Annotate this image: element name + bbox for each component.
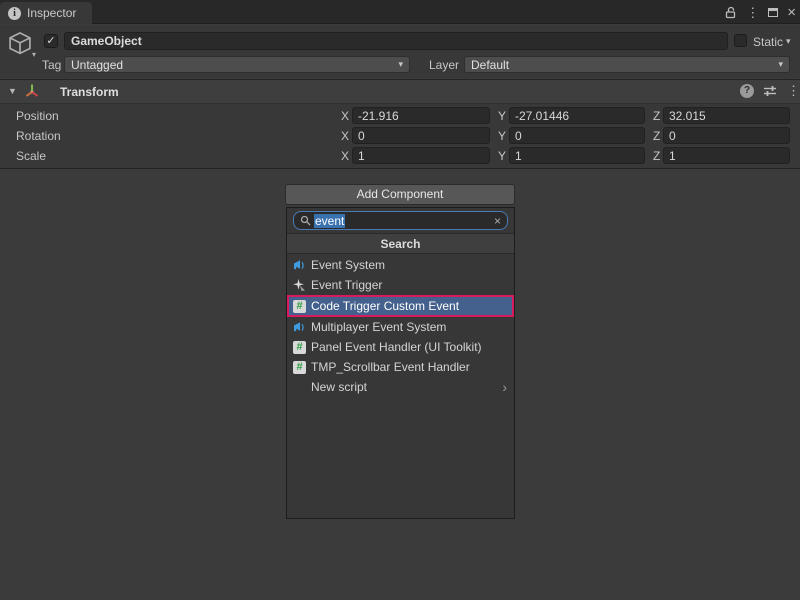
gameobject-name-input[interactable] <box>64 32 728 50</box>
static-flags-arrow[interactable]: ▾ <box>786 36 791 47</box>
component-menu-icon[interactable]: ⋮ <box>787 84 800 97</box>
list-item-code-trigger-custom-event[interactable]: # Code Trigger Custom Event <box>287 295 514 317</box>
axis-z-label: Z <box>653 149 660 163</box>
list-item-label: Panel Event Handler (UI Toolkit) <box>311 340 482 354</box>
csharp-script-icon: # <box>293 341 306 354</box>
transform-icon <box>24 83 40 99</box>
tab-label: Inspector <box>27 6 76 20</box>
foldout-arrow-icon[interactable]: ▼ <box>8 86 17 96</box>
csharp-script-icon: # <box>293 300 306 313</box>
axis-y-label: Y <box>498 129 506 143</box>
scale-x-field[interactable]: 1 <box>352 147 490 164</box>
scale-label: Scale <box>16 149 46 163</box>
chevron-down-icon: ▾ <box>398 59 403 70</box>
axis-x-label: X <box>341 149 349 163</box>
rotation-label: Rotation <box>16 129 61 143</box>
layer-label: Layer <box>429 58 459 72</box>
tag-dropdown[interactable]: Untagged ▾ <box>64 56 410 73</box>
static-label: Static <box>753 35 783 49</box>
component-list: Event System Event Trigger # Code Trigge… <box>287 255 514 397</box>
presets-icon[interactable] <box>763 84 777 98</box>
active-checkbox[interactable]: ✓ <box>44 34 58 48</box>
scale-z-field[interactable]: 1 <box>663 147 790 164</box>
event-system-icon <box>293 321 306 334</box>
event-system-icon <box>293 259 306 272</box>
static-checkbox[interactable] <box>734 34 747 47</box>
list-item-multiplayer-event-system[interactable]: Multiplayer Event System <box>287 317 514 337</box>
position-label: Position <box>16 109 59 123</box>
axis-y-label: Y <box>498 109 506 123</box>
add-component-button[interactable]: Add Component <box>285 184 515 205</box>
layer-dropdown[interactable]: Default ▾ <box>464 56 790 73</box>
scale-y-field[interactable]: 1 <box>509 147 645 164</box>
position-z-field[interactable]: 32.015 <box>663 107 790 124</box>
maximize-icon[interactable] <box>768 8 778 17</box>
layer-value: Default <box>471 58 509 72</box>
position-y-field[interactable]: -27.01446 <box>509 107 645 124</box>
clear-search-icon[interactable]: × <box>494 214 501 228</box>
list-item-label: Event Trigger <box>311 278 382 292</box>
info-icon: i <box>8 7 21 20</box>
tab-inspector[interactable]: i Inspector <box>0 2 92 24</box>
list-item-tmp-scrollbar-event-handler[interactable]: # TMP_Scrollbar Event Handler <box>287 357 514 377</box>
list-item-event-trigger[interactable]: Event Trigger <box>287 275 514 295</box>
search-icon <box>300 215 311 226</box>
list-item-label: Code Trigger Custom Event <box>311 299 459 313</box>
axis-x-label: X <box>341 129 349 143</box>
help-icon[interactable]: ? <box>740 84 754 98</box>
csharp-script-icon: # <box>293 361 306 374</box>
list-item-event-system[interactable]: Event System <box>287 255 514 275</box>
position-x-field[interactable]: -21.916 <box>352 107 490 124</box>
close-icon[interactable]: × <box>787 5 796 20</box>
transform-header[interactable] <box>0 79 800 104</box>
list-item-label: Event System <box>311 258 385 272</box>
rotation-x-field[interactable]: 0 <box>352 127 490 144</box>
search-query-text: event <box>314 214 345 228</box>
rotation-z-field[interactable]: 0 <box>663 127 790 144</box>
titlebar: i Inspector ⋮ × <box>0 0 800 24</box>
axis-z-label: Z <box>653 129 660 143</box>
transform-title: Transform <box>60 85 119 99</box>
list-item-label: New script <box>311 380 367 394</box>
window-controls: ⋮ × <box>725 0 796 24</box>
chevron-down-icon: ▾ <box>778 59 783 70</box>
rotation-y-field[interactable]: 0 <box>509 127 645 144</box>
add-component-popup: event × Search Event System Event Trigge <box>286 207 515 519</box>
list-item-label: TMP_Scrollbar Event Handler <box>311 360 470 374</box>
component-search-input[interactable]: event × <box>293 211 508 230</box>
tag-value: Untagged <box>71 58 123 72</box>
event-trigger-icon <box>293 279 306 292</box>
axis-y-label: Y <box>498 149 506 163</box>
list-item-new-script[interactable]: New script › <box>287 377 514 397</box>
tag-label: Tag <box>42 58 61 72</box>
window-menu-icon[interactable]: ⋮ <box>746 6 759 19</box>
lock-icon[interactable] <box>725 6 737 19</box>
axis-x-label: X <box>341 109 349 123</box>
axis-z-label: Z <box>653 109 660 123</box>
list-item-label: Multiplayer Event System <box>311 320 446 334</box>
icon-picker-arrow[interactable]: ▾ <box>32 50 36 59</box>
chevron-right-icon: › <box>502 380 507 394</box>
search-section-header: Search <box>287 233 514 254</box>
list-item-panel-event-handler[interactable]: # Panel Event Handler (UI Toolkit) <box>287 337 514 357</box>
